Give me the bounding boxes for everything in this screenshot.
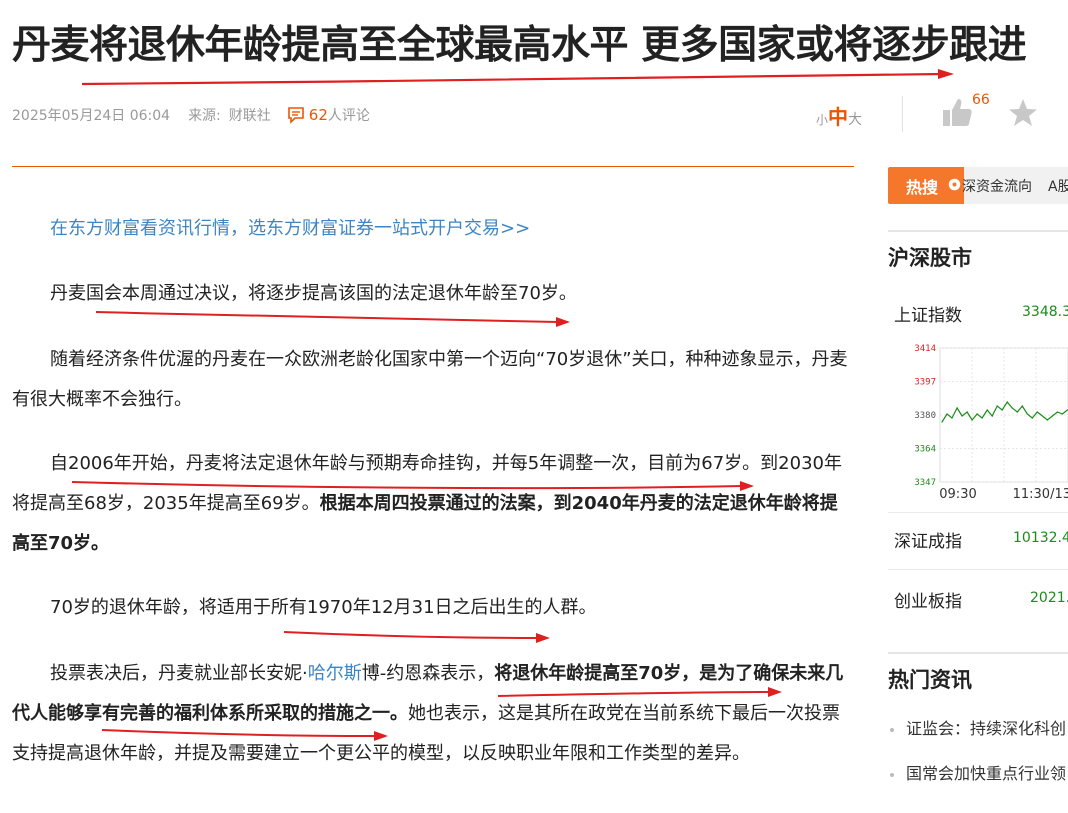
paragraph-5-text-a: 投票表决后，丹麦就业部长安妮·	[50, 663, 308, 684]
index-value: 3348.3	[1022, 304, 1068, 320]
source-name: 财联社	[228, 108, 271, 124]
thumbs-up-icon[interactable]	[940, 96, 974, 130]
price-point	[1036, 411, 1038, 413]
price-point	[976, 413, 978, 415]
font-small-button[interactable]: 小	[816, 111, 828, 128]
y-tick-label: 3380	[914, 411, 936, 421]
comment-icon	[287, 107, 304, 124]
hot-search-label: 热搜	[906, 178, 939, 197]
paragraph-4: 70岁的退休年龄，将适用于所有1970年12月31日之后出生的人群。	[50, 597, 597, 618]
like-count: 66	[972, 92, 990, 108]
article-title: 丹麦将退休年龄提高至全球最高水平 更多国家或将逐步跟进	[12, 23, 1027, 68]
index-name[interactable]: 创业板指	[894, 587, 962, 612]
hot-search-bar: 深资金流向 A股	[948, 167, 1068, 204]
index-name[interactable]: 深证成指	[894, 527, 962, 552]
price-point	[1046, 419, 1048, 421]
price-point	[946, 413, 948, 415]
person-link[interactable]: 哈尔斯	[308, 663, 362, 684]
header-divider	[12, 166, 854, 167]
price-point	[1056, 411, 1058, 413]
price-series-line	[941, 400, 1068, 423]
price-point	[941, 421, 943, 423]
paragraph-2: 随着经济条件优渥的丹麦在一众欧洲老龄化国家中第一个迈向“70岁退休”关口，种种迹…	[12, 349, 848, 410]
y-tick-label: 3364	[914, 445, 936, 455]
price-point	[951, 417, 953, 419]
article-meta: 2025年05月24日 06:04 来源: 财联社 62 人评论	[12, 104, 370, 126]
price-point	[961, 415, 963, 417]
promo-link[interactable]: 在东方财富看资讯行情，选东方财富证券一站式开户交易>>	[50, 214, 530, 240]
news-item[interactable]: 证监会：持续深化科创	[890, 715, 1066, 739]
hot-news-heading: 热门资讯	[888, 668, 972, 692]
font-medium-button[interactable]: 中	[828, 101, 848, 130]
bullet-icon	[890, 727, 894, 732]
sidebar-divider	[888, 230, 1068, 232]
comments-link[interactable]: 62 人评论	[287, 105, 370, 125]
annotation-arrow-p4	[283, 631, 550, 643]
y-tick-label: 3414	[914, 344, 936, 354]
price-point	[956, 407, 958, 409]
index-name[interactable]: 上证指数	[894, 301, 962, 326]
price-point	[991, 415, 993, 417]
price-point	[986, 409, 988, 411]
paragraph-3: 自2006年开始，丹麦将法定退休年龄与预期寿命挂钩，并每5年调整一次，目前为67…	[12, 444, 848, 564]
x-tick-label: 09:30	[939, 487, 976, 502]
index-divider	[888, 512, 1068, 513]
paragraph-5-text-b: 博-约恩森表示，	[361, 663, 495, 684]
sidebar-divider	[888, 652, 1068, 654]
news-item[interactable]: 国常会加快重点行业领	[890, 760, 1066, 784]
paragraph-1: 丹麦国会本周通过决议，将逐步提高该国的法定退休年龄至70岁。	[50, 283, 577, 304]
price-point	[1026, 413, 1028, 415]
price-point	[1006, 401, 1008, 403]
price-point	[1016, 411, 1018, 413]
toolbar-divider	[902, 96, 903, 132]
index-value: 10132.4	[1013, 530, 1068, 546]
price-point	[996, 405, 998, 407]
publish-date: 2025年05月24日 06:04	[12, 108, 171, 124]
price-point	[1011, 407, 1013, 409]
x-tick-label: 11:30/13:	[1013, 487, 1068, 502]
news-title: 证监会：持续深化科创	[906, 719, 1067, 738]
index-divider	[888, 569, 1068, 570]
comment-suffix: 人评论	[327, 108, 370, 124]
price-point	[966, 411, 968, 413]
price-point	[981, 417, 983, 419]
price-point	[1001, 409, 1003, 411]
price-point	[1061, 413, 1063, 415]
price-point	[1031, 417, 1033, 419]
bullet-icon	[890, 772, 894, 777]
index-value: 2021.	[1030, 590, 1068, 606]
price-point	[1041, 415, 1043, 417]
market-heading: 沪深股市	[888, 246, 972, 270]
source-label: 来源:	[188, 108, 221, 124]
hot-search-item[interactable]: 深资金流向	[962, 176, 1032, 196]
hot-search-item[interactable]: A股	[1048, 176, 1068, 196]
price-point	[971, 419, 973, 421]
comment-count: 62	[308, 106, 328, 124]
font-size-control: 小 中 大	[816, 101, 862, 130]
search-icon	[948, 178, 961, 191]
y-tick-label: 3397	[914, 378, 936, 388]
news-title: 国常会加快重点行业领	[906, 764, 1067, 783]
font-large-button[interactable]: 大	[848, 109, 862, 129]
index-intraday-chart[interactable]: 3414 3397 3380 3364 334709:30 11:30/13:	[888, 336, 1068, 506]
price-point	[1051, 415, 1053, 417]
price-point	[1021, 405, 1023, 407]
paragraph-5: 投票表决后，丹麦就业部长安妮·哈尔斯博-约恩森表示，将退休年龄提高至70岁，是为…	[12, 654, 848, 774]
star-icon[interactable]	[1006, 96, 1040, 130]
y-tick-label: 3347	[914, 478, 936, 488]
